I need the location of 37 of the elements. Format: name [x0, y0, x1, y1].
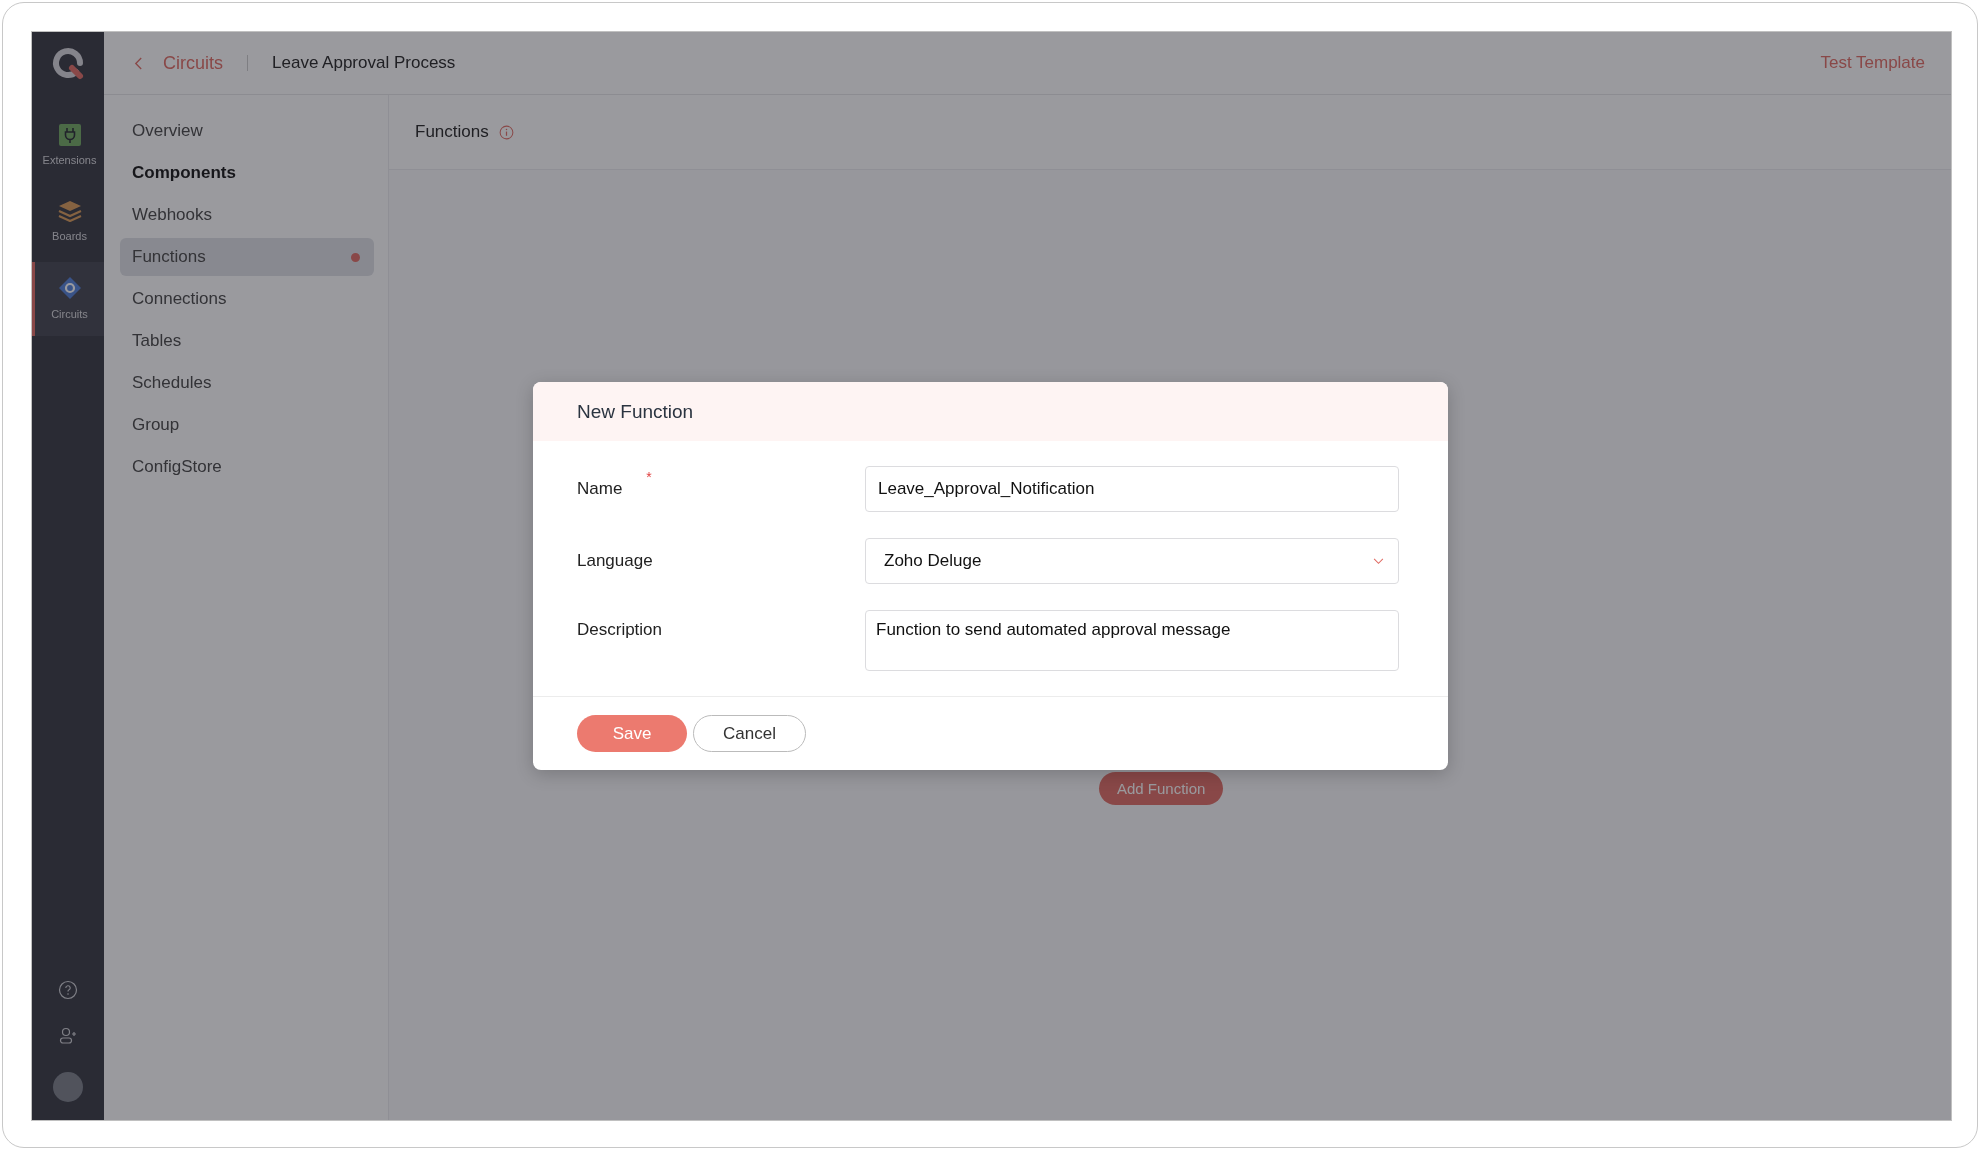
- nav-item[interactable]: Group: [120, 406, 374, 444]
- breadcrumb-link[interactable]: Circuits: [163, 52, 223, 74]
- language-dropdown[interactable]: Zoho Deluge: [865, 538, 1399, 584]
- nav-item[interactable]: Connections: [120, 280, 374, 318]
- cancel-button[interactable]: Cancel: [693, 715, 806, 752]
- field-label: Language: [577, 551, 653, 571]
- layers-icon: [57, 200, 82, 222]
- back-chevron-icon[interactable]: [134, 55, 143, 71]
- required-mark: *: [646, 469, 652, 485]
- plug-icon: [58, 124, 81, 146]
- app-sidebar-item[interactable]: Boards: [32, 186, 104, 258]
- field-label: Description: [577, 620, 663, 640]
- add-function-button[interactable]: Add Function: [1099, 772, 1224, 805]
- description-text-area[interactable]: Function to send automated approval message: [865, 610, 1399, 671]
- app-sidebar-item[interactable]: Circuits: [32, 262, 104, 336]
- nav-item[interactable]: ConfigStore: [120, 448, 374, 486]
- nav-item[interactable]: Functions: [120, 238, 374, 276]
- section-title: Functions: [415, 122, 489, 142]
- nav-item[interactable]: Webhooks: [120, 196, 374, 234]
- nav-heading: Components: [131, 162, 237, 184]
- diamond-icon: [57, 276, 82, 300]
- field-label: Name: [577, 479, 623, 499]
- dialog-title: New Function: [577, 400, 694, 423]
- nav-item[interactable]: Tables: [120, 322, 374, 360]
- user-avatar[interactable]: [53, 1072, 83, 1102]
- help-icon[interactable]: [58, 980, 78, 1000]
- nav-item[interactable]: Schedules: [120, 364, 374, 402]
- template-link[interactable]: Test Template: [1820, 53, 1925, 73]
- app-sidebar-item[interactable]: Extensions: [32, 110, 104, 182]
- add-user-icon[interactable]: [58, 1026, 78, 1046]
- chevron-down-icon: [1373, 557, 1384, 565]
- page-title: Leave Approval Process: [272, 53, 456, 73]
- info-icon[interactable]: [498, 124, 514, 140]
- name-input-field[interactable]: Leave_Approval_Notification: [865, 466, 1399, 512]
- save-button[interactable]: Save: [577, 715, 687, 752]
- nav-item[interactable]: Overview: [120, 112, 374, 150]
- logo-icon: [50, 46, 86, 82]
